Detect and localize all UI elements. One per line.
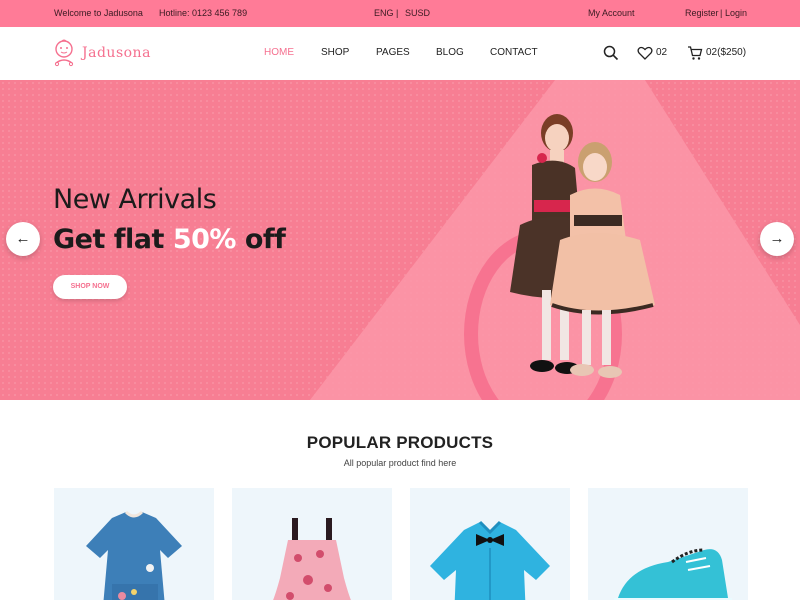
top-bar: Welcome to Jadusona Hotline: 0123 456 78… <box>0 0 800 27</box>
language-selector[interactable]: ENG <box>374 8 394 18</box>
next-slide-button[interactable]: → <box>760 222 794 256</box>
welcome-text: Welcome to Jadusona <box>54 8 143 18</box>
hero-subtitle: Get flat 50% off <box>53 224 286 255</box>
logo[interactable]: Jadusona <box>52 39 152 69</box>
nav-pages[interactable]: PAGES <box>376 47 410 58</box>
logo-text: Jadusona <box>82 45 151 61</box>
search-icon[interactable] <box>603 45 619 61</box>
hotline-text: Hotline: 0123 456 789 <box>159 8 248 18</box>
hero-discount: 50% <box>172 224 237 255</box>
blue-shirt-image <box>430 520 550 600</box>
product-card[interactable] <box>54 488 214 600</box>
popular-products-subtitle: All popular product find here <box>343 458 457 468</box>
wishlist-count: 02 <box>656 47 668 58</box>
hero-title: New Arrivals <box>53 184 217 215</box>
shop-now-button[interactable]: SHOP NOW <box>53 275 127 299</box>
topbar-separator: | <box>396 8 399 18</box>
product-card[interactable] <box>410 488 570 600</box>
heart-icon[interactable] <box>637 45 653 61</box>
hero-girls-image <box>510 114 655 378</box>
floral-dress-image <box>273 518 351 600</box>
cart-icon[interactable] <box>687 45 703 61</box>
hero-subtitle-prefix: Get flat <box>53 224 173 255</box>
nav-home[interactable]: HOME <box>264 47 294 58</box>
product-card[interactable] <box>232 488 392 600</box>
hero-slider: New Arrivals Get flat 50% off SHOP NOW ←… <box>0 80 800 400</box>
denim-dress-image <box>86 510 182 600</box>
product-card[interactable] <box>588 488 748 600</box>
blue-sneaker-image <box>614 548 732 600</box>
main-header: Jadusona HOME SHOP PAGES BLOG CONTACT 02… <box>0 27 800 80</box>
nav-shop[interactable]: SHOP <box>321 47 349 58</box>
login-link[interactable]: Login <box>725 8 747 18</box>
auth-separator: | <box>720 8 723 18</box>
currency-selector[interactable]: SUSD <box>405 8 430 18</box>
nav-blog[interactable]: BLOG <box>436 47 464 58</box>
baby-logo-icon <box>54 39 74 67</box>
prev-slide-button[interactable]: ← <box>6 222 40 256</box>
hero-subtitle-suffix: off <box>235 224 286 255</box>
register-link[interactable]: Register <box>685 8 719 18</box>
cart-summary[interactable]: 02($250) <box>706 47 746 58</box>
popular-products-title: POPULAR PRODUCTS <box>306 433 494 452</box>
my-account-link[interactable]: My Account <box>588 8 635 18</box>
nav-contact[interactable]: CONTACT <box>490 47 538 58</box>
